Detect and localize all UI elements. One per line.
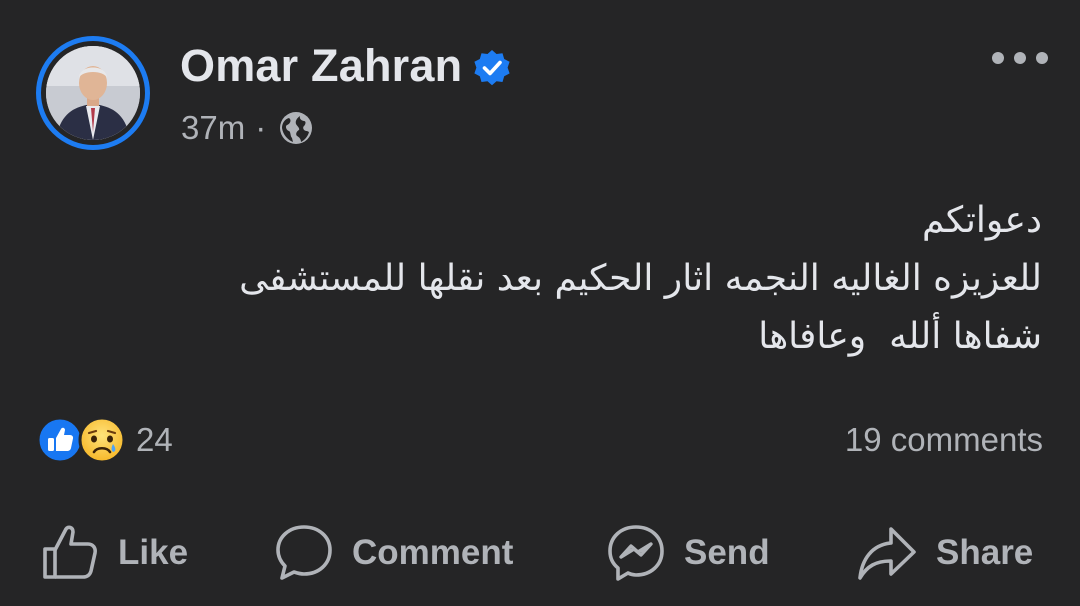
share-arrow-icon <box>858 527 916 580</box>
like-button[interactable]: Like <box>40 520 188 586</box>
share-label: Share <box>936 533 1034 572</box>
avatar[interactable] <box>46 46 140 140</box>
post-text-line: للعزيزه الغاليه النجمه اثار الحكيم بعد ن… <box>227 258 1042 299</box>
sad-reaction-icon <box>78 416 126 464</box>
comment-label: Comment <box>352 533 514 572</box>
comment-bubble-icon <box>276 525 332 580</box>
like-reaction-icon <box>36 416 84 464</box>
author-avatar-ring[interactable] <box>36 36 150 150</box>
reactions-summary[interactable]: 24 <box>36 414 173 466</box>
action-bar: Like Comment Send Share <box>0 520 1080 586</box>
more-options-icon[interactable] <box>990 46 1050 70</box>
post-meta: 37m · <box>181 106 314 150</box>
thumbs-up-icon <box>43 525 97 579</box>
verified-badge-icon <box>474 50 510 86</box>
post-card: Omar Zahran 37m · دعواتكم للعزيزه الغالي… <box>0 0 1080 606</box>
like-label: Like <box>118 533 189 572</box>
globe-icon <box>280 112 313 144</box>
meta-separator: · <box>255 109 267 146</box>
comments-count[interactable]: 19 comments <box>845 418 1043 462</box>
reaction-count: 24 <box>136 421 173 458</box>
send-label: Send <box>684 533 770 572</box>
post-timestamp[interactable]: 37m <box>181 109 245 147</box>
post-text-line: دعواتكم <box>922 200 1042 241</box>
messenger-icon <box>608 525 664 581</box>
avatar-photo <box>46 46 140 140</box>
post-text: دعواتكم للعزيزه الغاليه النجمه اثار الحك… <box>82 192 1042 366</box>
share-button[interactable]: Share <box>856 520 1033 586</box>
send-button[interactable]: Send <box>606 520 770 586</box>
comment-button[interactable]: Comment <box>274 520 513 586</box>
post-text-line: شفاها ألله وعافاها <box>758 316 1042 357</box>
author-name[interactable]: Omar Zahran <box>180 38 462 94</box>
